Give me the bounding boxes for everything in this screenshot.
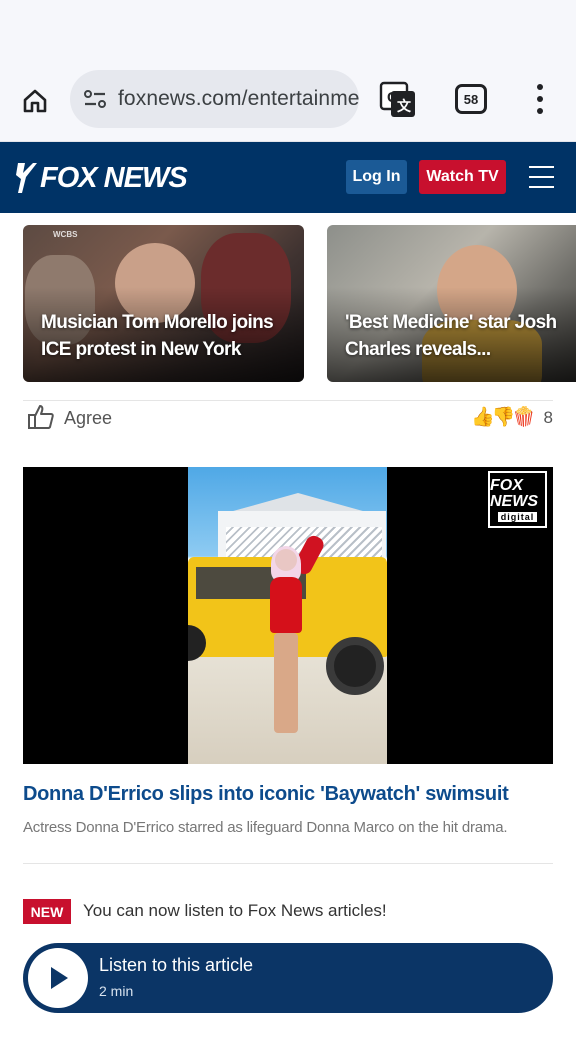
reaction-count: 8 <box>543 408 553 427</box>
thumbs-up-icon[interactable] <box>27 403 55 431</box>
site-header: FOX NEWS Log In Watch TV <box>0 142 576 213</box>
listen-notice: You can now listen to Fox News articles! <box>83 901 387 920</box>
home-icon[interactable] <box>18 84 52 118</box>
story-card[interactable]: WCBS Musician Tom Morello joins ICE prot… <box>23 225 304 382</box>
video-frame <box>188 467 387 764</box>
video-logo-text: FOX NEWS <box>490 476 538 510</box>
site-settings-icon[interactable] <box>82 86 108 112</box>
reaction-emojis[interactable]: 👍👎🍿 <box>471 405 536 429</box>
fox-news-logo[interactable]: FOX NEWS <box>16 158 188 198</box>
video-subject <box>266 546 306 735</box>
source-tag: WCBS <box>53 230 78 239</box>
divider <box>23 400 553 401</box>
tab-count: 58 <box>463 91 479 107</box>
watch-tv-button[interactable]: Watch TV <box>419 160 506 194</box>
url-text: foxnews.com/entertainme <box>118 87 359 110</box>
hamburger-menu-icon[interactable] <box>529 166 554 188</box>
story-headline: Musician Tom Morello joins ICE protest i… <box>41 312 274 360</box>
story-card[interactable]: 'Best Medicine' star Josh Charles reveal… <box>327 225 576 382</box>
play-button[interactable] <box>28 948 88 1008</box>
fox-news-digital-logo: FOX NEWS digital <box>488 471 547 528</box>
video-title[interactable]: Donna D'Errico slips into iconic 'Baywat… <box>23 783 553 806</box>
log-in-button[interactable]: Log In <box>346 160 407 194</box>
fox-logo-mark-icon <box>16 163 37 193</box>
listen-duration: 2 min <box>99 983 134 999</box>
related-stories-carousel: WCBS Musician Tom Morello joins ICE prot… <box>0 213 576 400</box>
status-bar-area <box>0 0 576 60</box>
logo-text: FOX NEWS <box>40 161 188 194</box>
translate-icon[interactable]: G 文 <box>379 81 417 119</box>
listen-to-article-player[interactable]: Listen to this article 2 min <box>23 943 553 1013</box>
video-player[interactable]: FOX NEWS digital <box>23 467 553 764</box>
listen-title: Listen to this article <box>99 955 254 975</box>
address-bar[interactable]: foxnews.com/entertainme <box>70 70 359 128</box>
video-logo-subtext: digital <box>497 511 538 522</box>
divider <box>23 863 553 864</box>
story-headline: 'Best Medicine' star Josh Charles reveal… <box>345 312 557 360</box>
play-icon <box>51 967 68 989</box>
agree-label[interactable]: Agree <box>64 408 112 429</box>
video-description: Actress Donna D'Errico starred as lifegu… <box>23 819 508 836</box>
reaction-row: Agree 👍👎🍿 8 <box>23 402 553 434</box>
browser-toolbar: foxnews.com/entertainme G 文 58 <box>0 60 576 142</box>
tab-switcher-button[interactable]: 58 <box>455 84 487 114</box>
svg-text:文: 文 <box>397 98 412 114</box>
new-badge: NEW <box>23 899 71 924</box>
more-options-icon[interactable] <box>530 84 550 114</box>
